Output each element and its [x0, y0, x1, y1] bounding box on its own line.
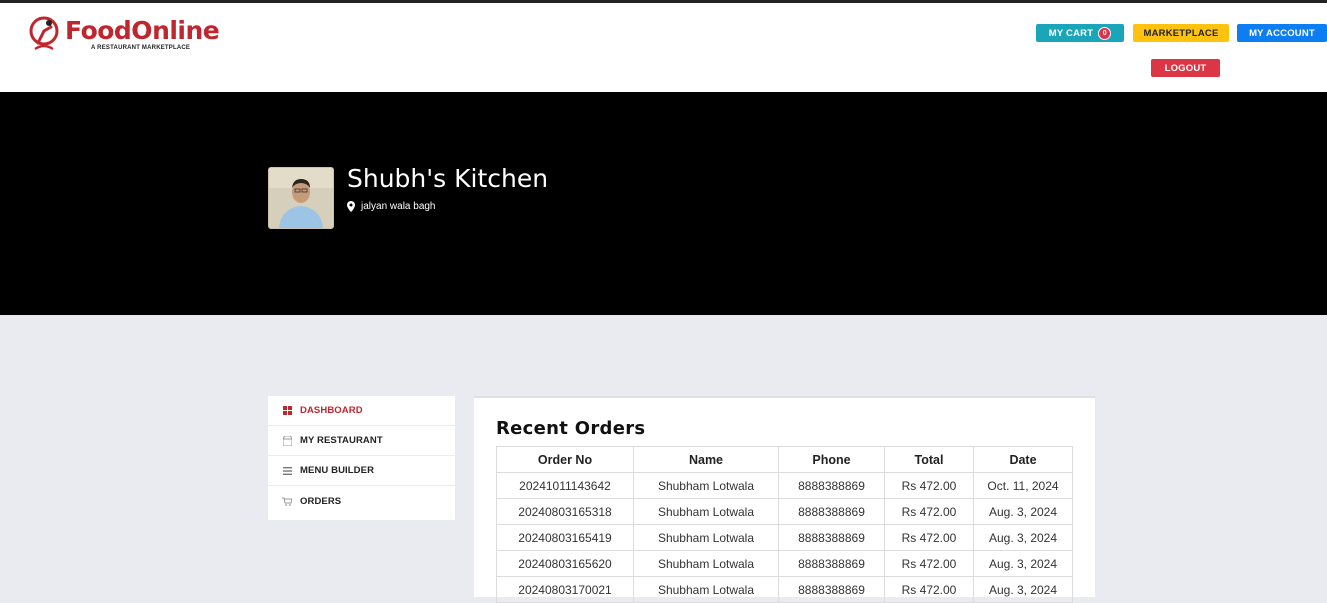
table-row[interactable]: 20241011143642 Shubham Lotwala 888838886… [496, 472, 1073, 499]
sidebar-item-orders[interactable]: ORDERS [268, 486, 455, 516]
column-header: Total [884, 446, 974, 473]
phone-cell: 8888388869 [778, 498, 885, 525]
total-cell: Rs 472.00 [884, 498, 974, 525]
table-row[interactable]: 20240803165620 Shubham Lotwala 888838886… [496, 550, 1073, 577]
my-cart-button[interactable]: MY CART 0 [1036, 24, 1124, 42]
avatar-image [269, 168, 333, 228]
sidebar-item-label: DASHBOARD [300, 405, 363, 416]
cart-icon [282, 496, 292, 506]
phone-cell: 8888388869 [778, 524, 885, 551]
brand-name: FoodOnline [65, 16, 220, 45]
column-header: Phone [778, 446, 885, 473]
restaurant-location: jalyan wala bagh [347, 201, 436, 212]
order-number-cell: 20241011143642 [496, 472, 634, 499]
my-account-button[interactable]: MY ACCOUNT [1237, 24, 1327, 42]
date-cell: Oct. 11, 2024 [973, 472, 1073, 499]
logo-icon [29, 16, 59, 51]
orders-table: Order No Name Phone Total Date 202410111… [496, 446, 1073, 603]
map-pin-icon [347, 201, 355, 212]
sidebar-item-menu-builder[interactable]: MENU BUILDER [268, 456, 455, 486]
marketplace-button[interactable]: MARKETPLACE [1133, 24, 1229, 42]
profile-banner: Shubh's Kitchen jalyan wala bagh [0, 92, 1327, 315]
store-icon [282, 435, 292, 446]
customer-name-cell: Shubham Lotwala [633, 550, 779, 577]
sidebar-item-label: ORDERS [300, 495, 342, 507]
customer-name-cell: Shubham Lotwala [633, 524, 779, 551]
date-cell: Aug. 3, 2024 [973, 576, 1073, 603]
column-header: Date [973, 446, 1073, 473]
order-number-cell: 20240803165620 [496, 550, 634, 577]
dashboard-icon [282, 406, 292, 416]
total-cell: Rs 472.00 [884, 550, 974, 577]
order-number-cell: 20240803165318 [496, 498, 634, 525]
customer-name-cell: Shubham Lotwala [633, 498, 779, 525]
sidebar-item-dashboard[interactable]: DASHBOARD [268, 396, 455, 426]
phone-cell: 8888388869 [778, 576, 885, 603]
customer-name-cell: Shubham Lotwala [633, 576, 779, 603]
customer-name-cell: Shubham Lotwala [633, 472, 779, 499]
date-cell: Aug. 3, 2024 [973, 550, 1073, 577]
table-row[interactable]: 20240803165419 Shubham Lotwala 888838886… [496, 524, 1073, 551]
phone-cell: 8888388869 [778, 472, 885, 499]
sidebar-item-label: MENU BUILDER [300, 465, 375, 476]
phone-cell: 8888388869 [778, 550, 885, 577]
dashboard-sidebar: DASHBOARD MY RESTAURANT MENU BUILDER ORD… [268, 396, 455, 520]
table-row[interactable]: 20240803170021 Shubham Lotwala 888838886… [496, 576, 1073, 603]
my-cart-label: MY CART [1048, 27, 1094, 39]
sidebar-item-my-restaurant[interactable]: MY RESTAURANT [268, 426, 455, 456]
recent-orders-title: Recent Orders [496, 418, 646, 439]
brand-tagline: A RESTAURANT MARKETPLACE [91, 45, 191, 51]
column-header: Order No [496, 446, 634, 473]
site-header: FoodOnline A RESTAURANT MARKETPLACE MY C… [0, 3, 1327, 92]
recent-orders-panel: Recent Orders Order No Name Phone Total … [474, 396, 1095, 603]
column-header: Name [633, 446, 779, 473]
table-header-row: Order No Name Phone Total Date [496, 446, 1073, 473]
restaurant-name: Shubh's Kitchen [347, 164, 549, 193]
date-cell: Aug. 3, 2024 [973, 524, 1073, 551]
brand-logo[interactable]: FoodOnline A RESTAURANT MARKETPLACE [27, 13, 227, 59]
profile-avatar [268, 167, 334, 229]
total-cell: Rs 472.00 [884, 524, 974, 551]
table-row[interactable]: 20240803165318 Shubham Lotwala 888838886… [496, 498, 1073, 525]
location-text: jalyan wala bagh [361, 201, 436, 212]
total-cell: Rs 472.00 [884, 472, 974, 499]
sidebar-item-label: MY RESTAURANT [300, 435, 383, 446]
total-cell: Rs 472.00 [884, 576, 974, 603]
order-number-cell: 20240803165419 [496, 524, 634, 551]
order-number-cell: 20240803170021 [496, 576, 634, 603]
cart-count-badge: 0 [1098, 26, 1112, 40]
date-cell: Aug. 3, 2024 [973, 498, 1073, 525]
menu-icon [282, 466, 292, 476]
logout-button[interactable]: LOGOUT [1151, 59, 1220, 77]
